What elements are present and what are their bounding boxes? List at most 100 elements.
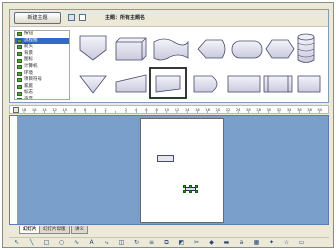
selected-shape[interactable] (183, 185, 198, 193)
gallery-icon[interactable]: ▦ (253, 239, 260, 246)
ruler-tick-label: 30 (267, 108, 272, 112)
rotate-icon[interactable]: ↻ (133, 239, 140, 246)
theme-list-item[interactable]: 项目符号 (15, 77, 69, 84)
shape-grid[interactable] (76, 30, 326, 100)
callout-icon[interactable]: ▭ (298, 239, 305, 246)
theme-list-item-label: 标志 (24, 90, 33, 96)
rectangle-icon[interactable]: □ (43, 239, 50, 246)
tab-2[interactable]: 讲义 (71, 226, 88, 234)
resize-handle[interactable] (195, 190, 198, 193)
ruler-tick-label: 20 (216, 108, 221, 112)
icon-view-icon[interactable] (68, 14, 75, 21)
resize-handle[interactable] (189, 185, 192, 188)
ruler-tick-label: 2 (125, 108, 127, 112)
folder-icon (17, 84, 22, 89)
ruler-tick-label: 6 (84, 108, 87, 112)
shape-punched-tape[interactable] (153, 38, 189, 61)
theme-list-item-label: 背景 (24, 50, 33, 56)
ruler-tick-label: 34 (287, 108, 292, 112)
arrange-icon[interactable]: ⧉ (163, 239, 170, 246)
folder-icon (17, 71, 22, 76)
theme-list-item-label: 箭头 (24, 44, 33, 50)
resize-handle[interactable] (189, 190, 192, 193)
theme-list-item[interactable]: 箭头 (15, 44, 69, 51)
ruler-tick-label: 12 (52, 108, 57, 112)
slide-shape[interactable] (157, 155, 174, 162)
theme-list-item[interactable]: 按钮 (15, 31, 69, 38)
shape-merge[interactable] (79, 75, 107, 94)
ruler-tick-label: 18 (22, 108, 27, 112)
tab-stop-icon[interactable] (13, 107, 19, 113)
shape-manual-input[interactable] (115, 74, 147, 93)
tab-1[interactable]: 幻灯片母版 (39, 226, 70, 234)
vertical-ruler (10, 116, 18, 224)
fill-icon[interactable]: ◆ (208, 239, 215, 246)
ellipse-icon[interactable]: ○ (58, 239, 65, 246)
theme-list-item[interactable]: 标志 (15, 90, 69, 97)
theme-list[interactable]: 按钮 流程图 箭头 背景 图标 计算机 环境 项目符号 家庭 标志 声音 (14, 30, 70, 100)
ruler-tick-label: 40 (318, 108, 323, 112)
text-icon[interactable]: A (88, 239, 95, 246)
line-color-icon[interactable]: ▬ (223, 239, 230, 246)
ruler-tick-label: 6 (145, 108, 148, 112)
align-icon[interactable]: ≡ (148, 239, 155, 246)
shape-delay[interactable] (193, 75, 218, 93)
shape-display[interactable] (197, 39, 226, 59)
ruler-tick-label: 14 (185, 108, 190, 112)
shadow-icon[interactable]: ◩ (178, 239, 185, 246)
shape-card[interactable] (297, 75, 321, 93)
select-arrow-icon[interactable]: ↖ (13, 239, 20, 246)
theme-list-item-label: 家庭 (24, 83, 33, 89)
theme-list-item-label: 按钮 (24, 31, 33, 36)
theme-list-item-label: 流程图 (24, 37, 38, 43)
detail-view-icon[interactable] (79, 14, 86, 21)
horizontal-ruler: 18 16 14 12 10 8 6 4 2 2 4 6 8 10 12 14 16 18 20 22 24 26 28 30… (9, 105, 329, 114)
ruler-tick-label: 16 (32, 108, 37, 112)
shape-predefined-process[interactable] (263, 75, 293, 93)
font-icon[interactable]: a (238, 239, 245, 246)
curve-icon[interactable]: ∿ (73, 239, 80, 246)
ruler-tick-label: 14 (42, 108, 47, 112)
shape-terminator[interactable] (231, 40, 263, 59)
shape-parallelogram-selected[interactable] (149, 67, 187, 99)
theme-list-item-label: 声音 (24, 96, 33, 100)
shape-magnetic-disk[interactable] (297, 33, 315, 63)
ruler-tick-label: 16 (195, 108, 200, 112)
ruler-tick-label: 12 (175, 108, 180, 112)
effects-icon[interactable]: ✦ (268, 239, 275, 246)
theme-list-item-label: 图标 (24, 57, 33, 63)
resize-handle[interactable] (183, 185, 186, 188)
connector-icon[interactable]: ⤷ (103, 239, 110, 246)
theme-list-item-label: 项目符号 (24, 77, 42, 83)
ruler-tick-label: 4 (94, 108, 97, 112)
drawing-toolbar: ↖ ╲ □ ○ ∿ A ⤷ ◫ ↻ ≡ ⧉ ◩ ✂ ◆ ▬ a ▦ ✦ ☆ ▭ (9, 237, 329, 247)
folder-icon (17, 38, 22, 43)
folder-icon (17, 58, 22, 63)
folder-icon (17, 65, 22, 70)
shape-cube-process[interactable] (115, 37, 147, 61)
slide-workspace[interactable] (9, 115, 329, 225)
line-icon[interactable]: ╲ (28, 239, 35, 246)
shape-process[interactable] (227, 75, 261, 93)
resize-handle[interactable] (183, 190, 186, 193)
new-theme-button[interactable]: 新建主题 (14, 12, 61, 24)
shape-preparation[interactable] (265, 39, 295, 59)
ruler-tick-label: 28 (256, 108, 261, 112)
slide-page[interactable] (140, 118, 224, 223)
folder-icon (17, 45, 22, 50)
ruler-tick-label: 10 (63, 108, 68, 112)
3d-icon[interactable]: ◫ (118, 239, 125, 246)
tab-0[interactable]: 幻灯片 (19, 226, 41, 234)
ruler-tick-label: 36 (297, 108, 302, 112)
theme-list-item[interactable]: 图标 (15, 57, 69, 64)
theme-list-item[interactable]: 声音 (15, 96, 69, 100)
ruler-tick-label: 24 (236, 108, 241, 112)
resize-handle[interactable] (195, 185, 198, 188)
shape-manual-operation[interactable] (79, 35, 107, 61)
crop-icon[interactable]: ✂ (193, 239, 200, 246)
ruler-tick-label: 4 (135, 108, 138, 112)
star-icon[interactable]: ☆ (283, 239, 290, 246)
ruler-tick-label: 10 (165, 108, 170, 112)
theme-list-item[interactable]: 计算机 (15, 64, 69, 71)
ruler-tick-label: 32 (277, 108, 282, 112)
